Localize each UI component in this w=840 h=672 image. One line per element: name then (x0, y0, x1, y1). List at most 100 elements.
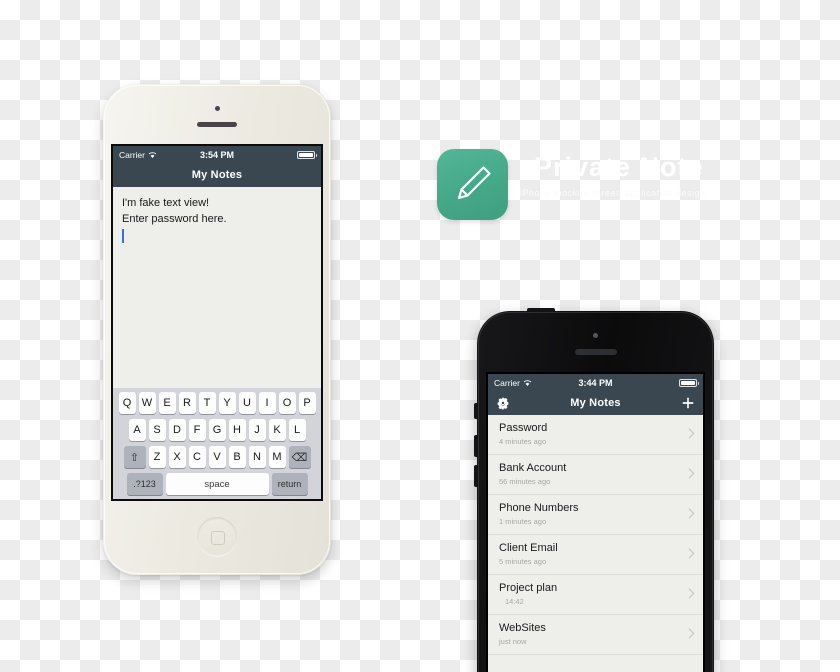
white-nav-bar: Carrier 3:54 PM My Notes (113, 146, 321, 187)
battery-fill (681, 380, 696, 385)
key-a[interactable]: A (128, 419, 146, 441)
white-phone-screen: Carrier 3:54 PM My Notes I'm fake text v… (113, 146, 321, 499)
status-right (613, 378, 700, 387)
white-phone-screen-frame: Carrier 3:54 PM My Notes I'm fake text v… (111, 144, 323, 501)
volume-up-button[interactable] (474, 435, 478, 457)
key-v[interactable]: V (208, 446, 226, 468)
volume-down-button[interactable] (474, 465, 478, 487)
wifi-icon (148, 151, 157, 158)
status-left: Carrier (119, 150, 200, 160)
key-p[interactable]: P (298, 392, 316, 414)
list-item[interactable]: Bank Account 56 minutes ago (488, 455, 703, 495)
key-d[interactable]: D (168, 419, 186, 441)
white-iphone-device: Carrier 3:54 PM My Notes I'm fake text v… (103, 84, 331, 575)
note-title: Project plan (499, 582, 558, 594)
key-j[interactable]: J (248, 419, 266, 441)
white-status-bar: Carrier 3:54 PM (113, 146, 321, 163)
note-title: Bank Account (499, 462, 567, 474)
gear-icon (497, 397, 509, 411)
battery-fill (299, 152, 314, 157)
earpiece-speaker (574, 349, 617, 355)
numeric-key[interactable]: .?123 (126, 473, 163, 495)
key-l[interactable]: L (288, 419, 306, 441)
note-timestamp: just now (499, 637, 527, 646)
earpiece-speaker (197, 122, 237, 127)
key-z[interactable]: Z (148, 446, 166, 468)
text-view-line-2: Enter password here. (122, 213, 227, 225)
settings-button[interactable] (496, 396, 510, 411)
carrier-label: Carrier (119, 149, 145, 160)
shift-key[interactable]: ⇧ (123, 446, 146, 468)
key-w[interactable]: W (138, 392, 156, 414)
keyboard-row-3: ⇧ Z X C V B N M ⌫ (115, 446, 319, 468)
key-i[interactable]: I (258, 392, 276, 414)
black-nav-title-row: My Notes (488, 391, 703, 415)
front-camera-icon (214, 106, 220, 111)
white-nav-title-row: My Notes (113, 163, 321, 187)
home-button[interactable] (197, 517, 237, 557)
list-item[interactable]: Project plan 14:42 (488, 575, 703, 615)
keyboard-row-4: .?123 space return (115, 473, 319, 495)
silent-switch[interactable] (474, 403, 478, 419)
note-timestamp: 4 minutes ago (499, 437, 547, 446)
note-text-view[interactable]: I'm fake text view! Enter password here. (113, 187, 321, 335)
key-h[interactable]: H (228, 419, 246, 441)
key-f[interactable]: F (188, 419, 206, 441)
status-time: 3:54 PM (200, 149, 235, 160)
note-timestamp: 1 minutes ago (499, 517, 547, 526)
key-b[interactable]: B (228, 446, 246, 468)
key-n[interactable]: N (248, 446, 266, 468)
list-item[interactable]: Client Email 5 minutes ago (488, 535, 703, 575)
pencil-app-icon[interactable] (437, 149, 508, 220)
list-item[interactable]: WebSites just now (488, 615, 703, 655)
wifi-icon (523, 379, 532, 386)
battery-full-icon (297, 150, 318, 159)
page-title: My Notes (570, 397, 621, 409)
note-timestamp: 5 minutes ago (499, 557, 547, 566)
note-timestamp: 56 minutes ago (499, 477, 551, 486)
space-key[interactable]: space (165, 473, 269, 495)
note-title: Password (499, 422, 548, 434)
key-o[interactable]: O (278, 392, 296, 414)
key-c[interactable]: C (188, 446, 206, 468)
black-phone-screen: Carrier 3:44 PM My Notes Password 4 minu… (488, 374, 703, 672)
note-title: Phone Numbers (499, 502, 579, 514)
key-e[interactable]: E (158, 392, 176, 414)
keyboard-row-1: Q W E R T Y U I O P (115, 392, 319, 414)
return-key[interactable]: return (271, 473, 308, 495)
black-phone-screen-frame: Carrier 3:44 PM My Notes Password 4 minu… (486, 372, 705, 672)
key-y[interactable]: Y (218, 392, 236, 414)
watermark-subtext: iPhone mockup screen application design (520, 188, 706, 198)
note-title: WebSites (499, 622, 546, 634)
key-m[interactable]: M (268, 446, 286, 468)
key-x[interactable]: X (168, 446, 186, 468)
key-q[interactable]: Q (118, 392, 136, 414)
key-g[interactable]: G (208, 419, 226, 441)
home-button-square-icon (211, 531, 225, 545)
status-left: Carrier (494, 378, 579, 388)
watermark-text: Private Note (534, 152, 704, 182)
note-title: Client Email (499, 542, 558, 554)
list-item[interactable]: Password 4 minutes ago (488, 415, 703, 455)
text-view-line-1: I'm fake text view! (122, 197, 210, 209)
notes-list[interactable]: Password 4 minutes ago Bank Account 56 m… (488, 415, 703, 655)
page-title: My Notes (191, 169, 243, 181)
add-note-button[interactable] (681, 396, 695, 410)
front-camera-icon (593, 333, 598, 338)
key-s[interactable]: S (148, 419, 166, 441)
text-caret (122, 229, 124, 243)
key-k[interactable]: K (268, 419, 286, 441)
list-item[interactable]: Phone Numbers 1 minutes ago (488, 495, 703, 535)
key-t[interactable]: T (198, 392, 216, 414)
power-button[interactable] (527, 308, 555, 312)
status-time: 3:44 PM (578, 377, 613, 388)
key-u[interactable]: U (238, 392, 256, 414)
onscreen-keyboard[interactable]: Q W E R T Y U I O P A S D F G H J K L ⇧ … (113, 388, 321, 499)
backspace-key[interactable]: ⌫ (288, 446, 311, 468)
key-r[interactable]: R (178, 392, 196, 414)
black-nav-bar: Carrier 3:44 PM My Notes (488, 374, 703, 415)
black-status-bar: Carrier 3:44 PM (488, 374, 703, 391)
keyboard-row-2: A S D F G H J K L (115, 419, 319, 441)
battery-full-icon (679, 378, 700, 387)
screenshot-canvas: Private Note iPhone mockup screen applic… (0, 0, 840, 672)
